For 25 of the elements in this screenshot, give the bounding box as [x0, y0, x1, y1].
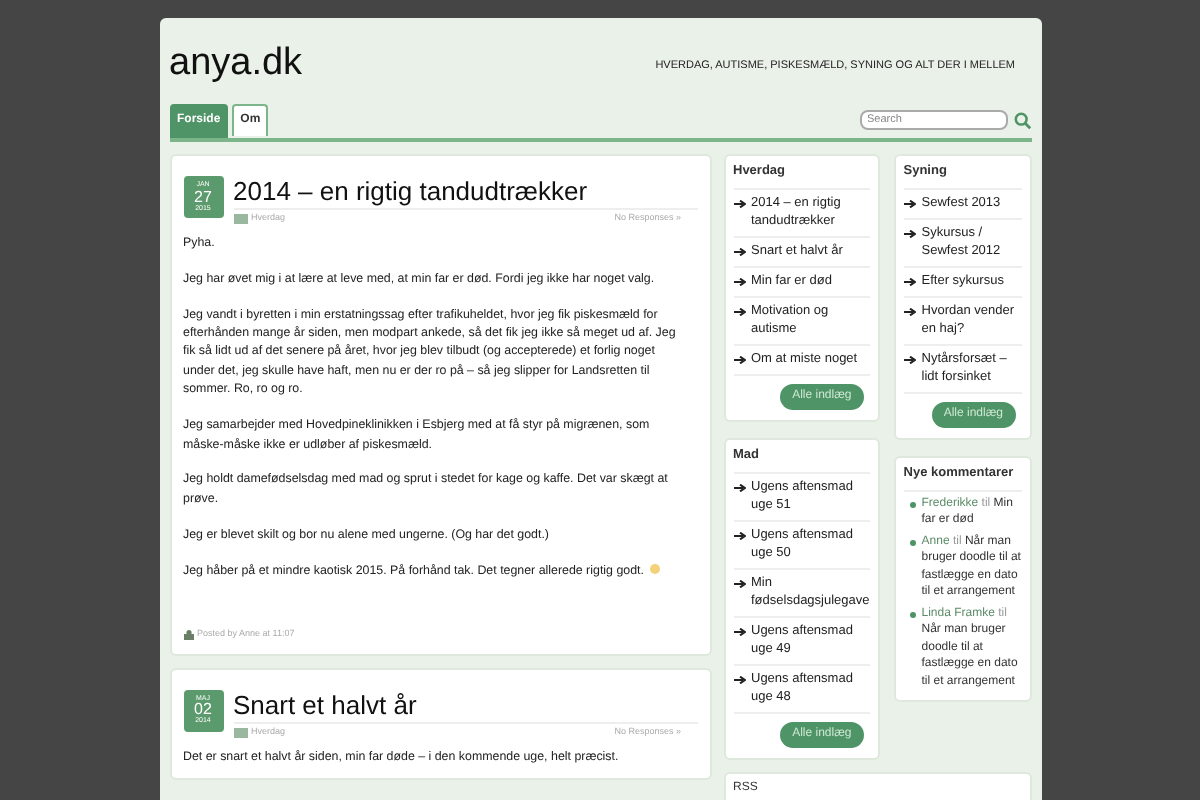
arrow-icon [733, 676, 745, 684]
arrow-icon [733, 278, 745, 287]
folder-icon [233, 727, 247, 738]
site-title[interactable]: anya.dk [169, 42, 303, 86]
bullet-icon [909, 611, 916, 617]
arrow-icon [903, 356, 916, 365]
bullet-icon [909, 501, 916, 507]
arrow-icon [733, 484, 745, 492]
arrow-icon [733, 356, 745, 365]
person-icon [183, 629, 193, 640]
bullet-icon [909, 539, 916, 545]
arrow-icon [903, 308, 916, 317]
arrow-icon [733, 580, 745, 588]
post-title[interactable]: 2014 – en rigtig tandudtrækker [233, 176, 697, 206]
arrow-icon [733, 628, 745, 636]
arrow-icon [733, 532, 745, 540]
arrow-icon [903, 230, 916, 239]
post-title[interactable]: Snart et halvt år [233, 689, 697, 720]
arrow-icon [733, 308, 745, 317]
folder-icon [233, 213, 247, 224]
arrow-icon [903, 200, 916, 209]
arrow-icon [733, 248, 745, 257]
search-icon[interactable] [1013, 111, 1031, 129]
arrow-icon [733, 200, 745, 209]
arrow-icon [903, 278, 916, 287]
